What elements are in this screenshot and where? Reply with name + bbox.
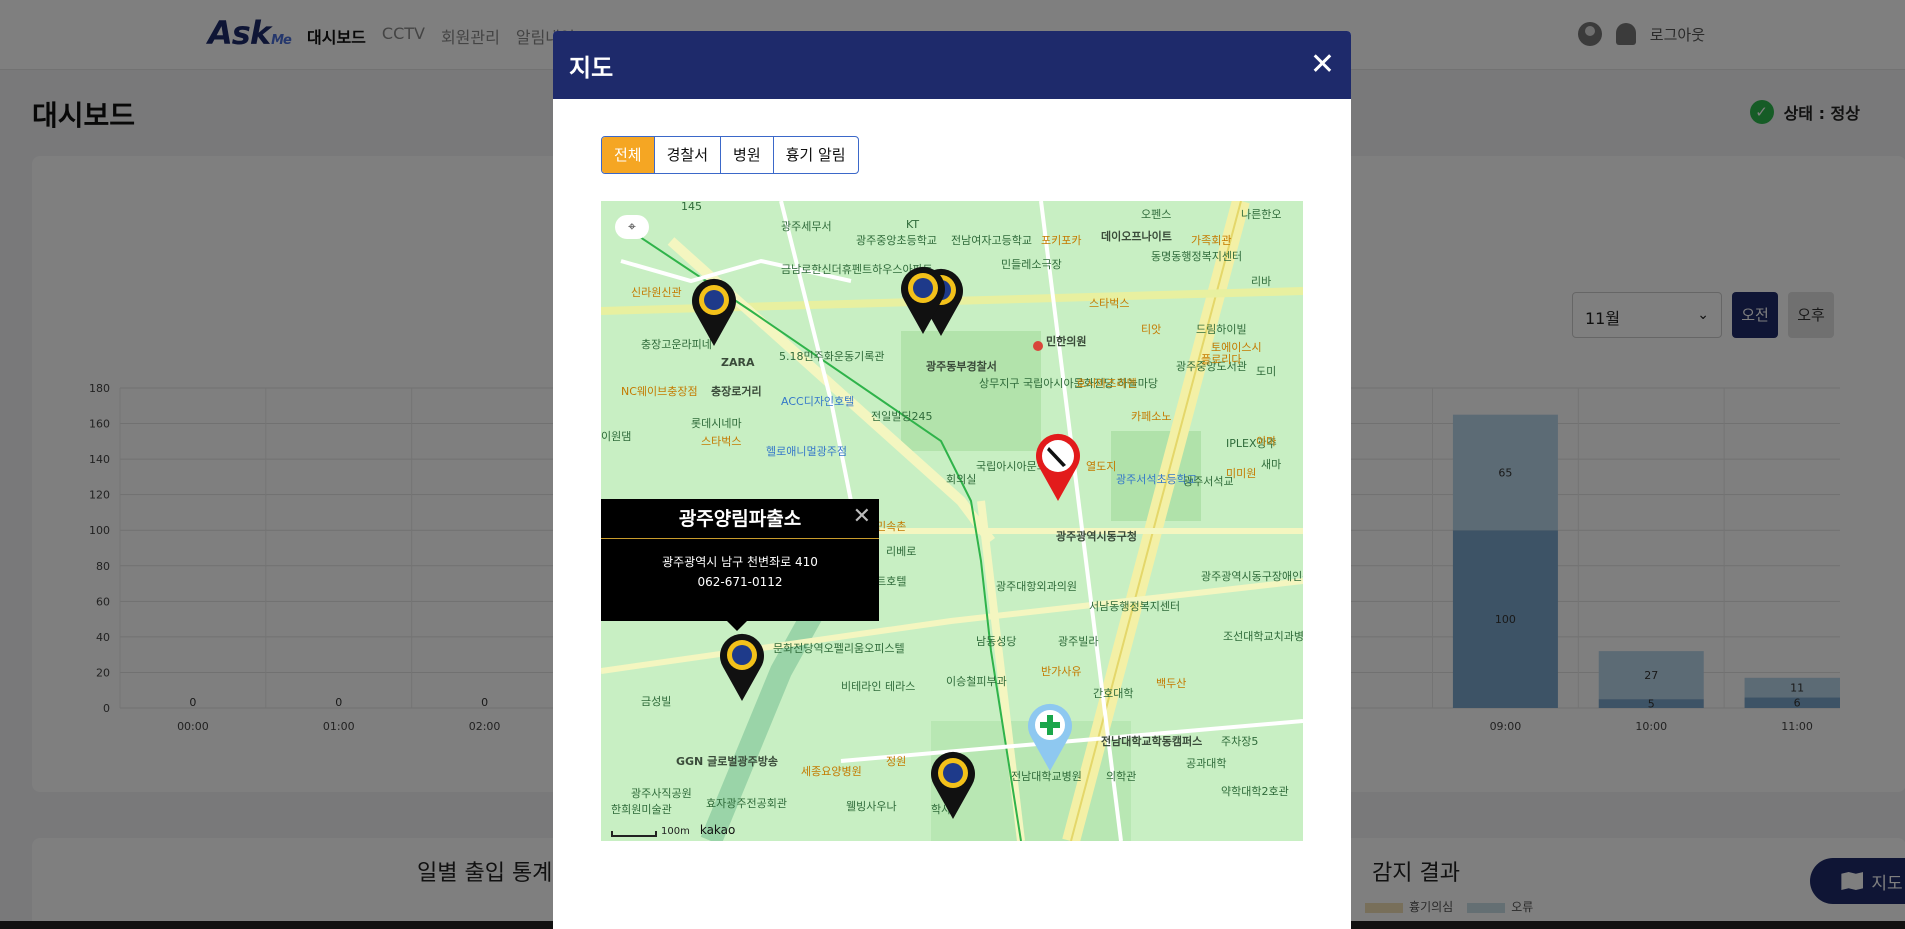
- map-place-label: 효자광주전공회관: [706, 797, 787, 810]
- map-place-label: GGN 글로벌광주방송: [676, 755, 778, 768]
- map-place-label: 전남여자고등학교: [951, 234, 1032, 247]
- modal-title: 지도: [569, 53, 614, 82]
- map-place-label: 열도지: [1086, 460, 1117, 473]
- map-place-label: 세종요양병원: [801, 765, 862, 778]
- map-place-label: ACC디자인호텔: [781, 395, 855, 408]
- map-place-label: 한희원미술관: [611, 803, 672, 816]
- popup-title: 광주양림파출소: [601, 499, 879, 539]
- map-scale: 100m kakao: [611, 823, 735, 837]
- map-place-label: 오펜스: [1141, 208, 1172, 221]
- tab-weapon-alert[interactable]: 흉기 알림: [772, 137, 858, 173]
- map-place-label: KT: [906, 218, 920, 231]
- map-place-label: 리바: [1251, 275, 1272, 288]
- map-place-label: 광주대항외과의원: [996, 580, 1077, 593]
- map-place-label: 조선대학교치과병원: [1223, 630, 1303, 643]
- map-filter-tabs: 전체 경찰서 병원 흉기 알림: [601, 136, 859, 174]
- map-place-label: 광주광역시동구청: [1056, 530, 1137, 543]
- scale-text: 100m: [661, 826, 690, 837]
- police-marker-icon[interactable]: [689, 276, 739, 348]
- current-location-icon[interactable]: ⌖: [615, 215, 649, 239]
- map-place-label: 리베로: [886, 545, 917, 558]
- map-place-label: 전남대학교학동캠퍼스: [1101, 735, 1203, 748]
- map-place-label: 145: [681, 201, 702, 213]
- hospital-marker-icon[interactable]: [1025, 701, 1075, 773]
- map-place-label: 광주세무서: [781, 220, 832, 233]
- map-place-label: 충장로거리: [711, 385, 762, 398]
- map-place-label: 미미원: [1226, 467, 1257, 480]
- map-place-label: 민속촌: [876, 520, 907, 533]
- map-place-label: 드림하이빌: [1196, 323, 1247, 336]
- map-place-label: 간호대학: [1093, 687, 1134, 700]
- map-place-label: 금성빌: [641, 695, 672, 708]
- popup-close-icon[interactable]: ✕: [853, 504, 871, 529]
- map-place-label: 민한의원: [1046, 335, 1087, 348]
- map-place-label: 플로리다: [1201, 353, 1242, 366]
- map-place-label: 회의실: [946, 473, 977, 486]
- map-place-label: 백두산: [1156, 677, 1187, 690]
- map-place-label: 반가사유: [1041, 665, 1082, 678]
- map-place-label: 의학관: [1106, 770, 1137, 783]
- map-place-label: 전일빌딩245: [871, 410, 933, 423]
- police-info-popup: 광주양림파출소 ✕ 광주광역시 남구 천변좌로 410 062-671-0112: [601, 499, 879, 631]
- map-place-label: 5.18민주화운동기록관: [779, 350, 885, 363]
- tab-police[interactable]: 경찰서: [653, 137, 720, 173]
- popup-address: 광주광역시 남구 천변좌로 410: [662, 555, 818, 569]
- map-place-label: 새마: [1261, 458, 1282, 471]
- map-place-label: 티앗: [1141, 323, 1162, 336]
- map-place-label: 광주빌라: [1058, 635, 1099, 648]
- map-place-label: 롯데시네마: [691, 417, 742, 430]
- tab-hospital[interactable]: 병원: [720, 137, 773, 173]
- map-place-label: 데이오프나이트: [1101, 230, 1172, 243]
- close-icon[interactable]: ✕: [1310, 50, 1335, 80]
- tab-all[interactable]: 전체: [602, 137, 654, 173]
- map-place-label: 광주광역시동구장애인복지센터: [1201, 570, 1303, 583]
- map-place-label: 약학대학2호관: [1221, 785, 1289, 798]
- map-place-label: 이마: [1256, 435, 1277, 448]
- popup-phone: 062-671-0112: [697, 575, 783, 589]
- police-marker-icon[interactable]: [717, 631, 767, 703]
- map-place-label: 나른한오: [1241, 208, 1282, 221]
- map-place-label: 문화전당역오펠리움오피스텔: [773, 642, 905, 655]
- map-place-label: 광주동부경찰서: [926, 360, 997, 373]
- map-place-label: 카페소노: [1131, 410, 1172, 423]
- map-place-label: ZARA: [721, 356, 755, 369]
- map-place-label: 스타벅스: [701, 435, 742, 448]
- map-place-label: NC웨이브충장점: [621, 385, 698, 398]
- map-place-label: 비테라인 테라스: [841, 680, 916, 693]
- map-place-label: 남동성당: [976, 635, 1017, 648]
- map-place-label: 서남동행정복지센터: [1089, 600, 1181, 613]
- map-place-label: 민들레소극장: [1001, 258, 1062, 271]
- map-place-label: 정원: [886, 755, 907, 768]
- popup-tail: [727, 621, 747, 631]
- modal-header: 지도 ✕: [553, 31, 1351, 99]
- map-place-label: 웰빙사우나: [846, 800, 897, 813]
- map-place-label: 이원댐: [601, 430, 632, 443]
- map-place-label: 호시마즈라멘: [1076, 377, 1137, 390]
- map-place-label: 헬로애니멀광주점: [766, 445, 847, 458]
- map-place-label: 포키포카: [1041, 234, 1082, 247]
- map-place-label: 신라원신관: [631, 286, 682, 299]
- police-marker-icon[interactable]: [898, 264, 948, 336]
- map-place-label: 이승철피부과: [946, 675, 1007, 688]
- map-place-label: 스타벅스: [1089, 297, 1130, 310]
- kakao-map[interactable]: 145 광주세무서 KT 오펜스 나른한오광주중앙초등학교 전남여자고등학교 포키포카 데이오…: [601, 201, 1303, 841]
- map-place-label: 공과대학: [1186, 757, 1227, 770]
- map-place-label: 동명동행정복지센터: [1151, 250, 1243, 263]
- map-provider-logo: kakao: [699, 823, 736, 837]
- weapon-alert-marker-icon[interactable]: [1033, 431, 1083, 503]
- scale-bar: [611, 831, 657, 837]
- map-modal: 지도 ✕ 전체 경찰서 병원 흉기 알림 145 광주세무서 KT 오펜스 나른…: [553, 31, 1351, 929]
- map-place-label: 가족회관: [1191, 234, 1232, 247]
- map-place-label: 주차장5: [1221, 735, 1259, 748]
- police-marker-icon[interactable]: [928, 749, 978, 821]
- map-place-label: 도미: [1256, 365, 1277, 378]
- map-place-label: 광주중앙초등학교: [856, 234, 937, 247]
- map-place-label: 광주사직공원: [631, 787, 692, 800]
